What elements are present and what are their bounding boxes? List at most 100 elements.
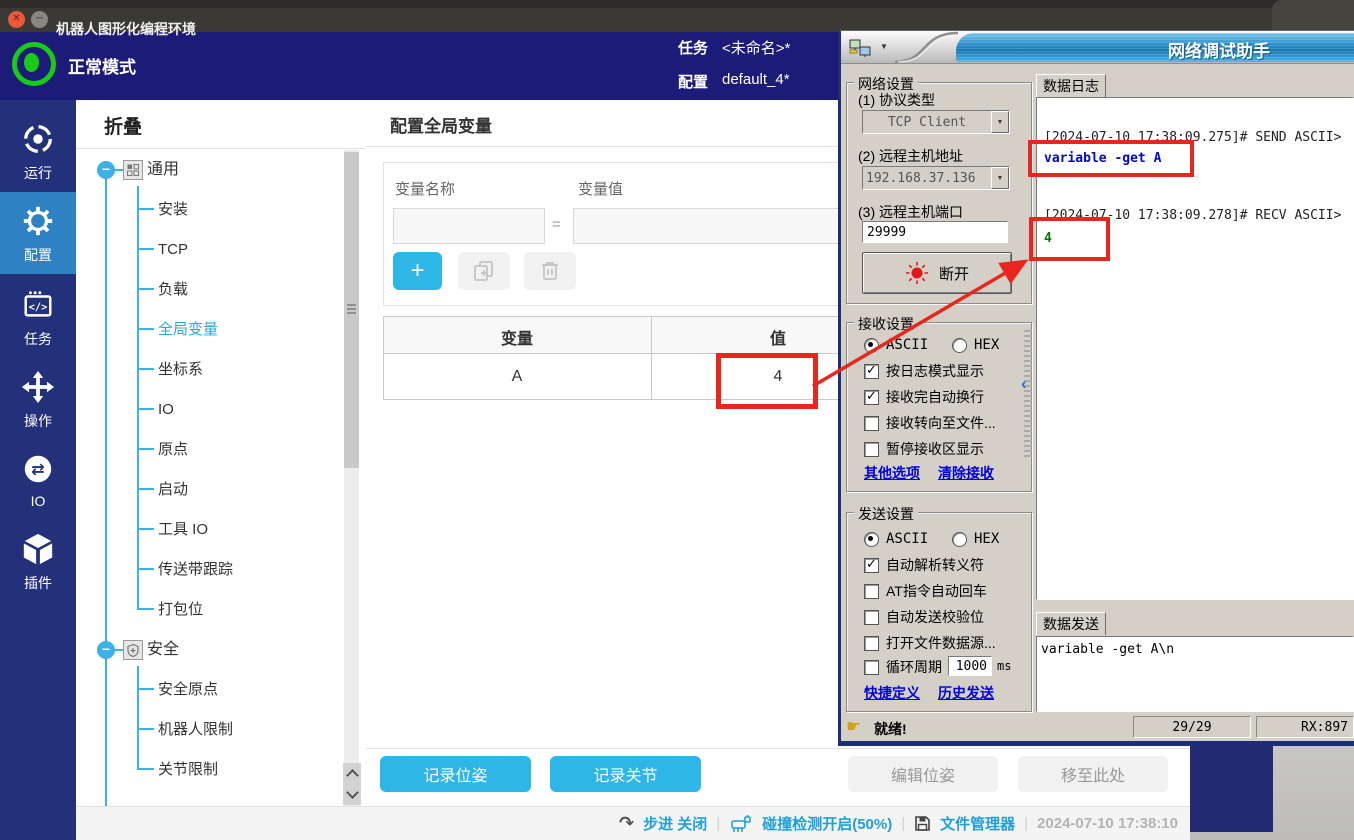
scroll-up-button[interactable]: [343, 763, 361, 784]
log-send-header: [2024-07-10 17:38:09.275]# SEND ASCII>: [1044, 130, 1341, 145]
tree-item-global-variables[interactable]: 全局变量: [158, 319, 218, 341]
record-joint-button[interactable]: 记录关节: [550, 756, 701, 792]
send-hex-radio[interactable]: HEX: [952, 530, 999, 548]
netassist-app-icon[interactable]: [848, 38, 874, 63]
send-text: variable -get A\n: [1041, 642, 1174, 657]
app-window-edge: [1190, 746, 1273, 832]
tree-item-install[interactable]: 安装: [158, 199, 188, 221]
shortcut-define-link[interactable]: 快捷定义: [864, 683, 920, 703]
sidebar-item-io[interactable]: ⇄ IO: [0, 440, 76, 522]
combo-arrow-icon[interactable]: ▼: [991, 111, 1009, 133]
scroll-down-button[interactable]: [343, 784, 361, 805]
sidebar-item-config[interactable]: 配置: [0, 192, 76, 274]
variable-name-input[interactable]: [393, 208, 545, 244]
tree-line: [137, 728, 154, 730]
panel-splitter[interactable]: [1024, 330, 1032, 460]
checkbox-label: 自动解析转义符: [886, 555, 984, 575]
checkbox-label: 打开文件数据源...: [886, 633, 996, 653]
combo-arrow-icon[interactable]: ▼: [991, 167, 1009, 189]
pause-display-checkbox[interactable]: 暂停接收区显示: [864, 440, 984, 458]
auto-newline-checkbox[interactable]: 接收完自动换行: [864, 388, 984, 406]
checkbox-icon: [864, 364, 879, 379]
checkbox-label: 循环周期: [886, 657, 942, 677]
collapse-icon[interactable]: −: [97, 641, 115, 659]
edit-pose-button[interactable]: 编辑位姿: [848, 756, 998, 792]
tree-item-coordinate[interactable]: 坐标系: [158, 359, 203, 381]
host-select[interactable]: 192.168.37.136 ▼: [862, 166, 1010, 190]
sidebar-item-task[interactable]: </> 任务: [0, 276, 76, 358]
tree-item-tool-io[interactable]: 工具 IO: [158, 519, 208, 541]
tree-item-payload[interactable]: 负载: [158, 279, 188, 301]
page-title: 配置全局变量: [390, 112, 492, 137]
collapse-icon[interactable]: −: [97, 161, 115, 179]
cycle-period-checkbox[interactable]: 循环周期: [864, 658, 942, 676]
radio-label: HEX: [974, 531, 999, 547]
minimize-icon[interactable]: ─: [31, 11, 48, 28]
other-options-link[interactable]: 其他选项: [864, 463, 920, 483]
tree-item-conveyor[interactable]: 传送带跟踪: [158, 559, 233, 581]
io-sync-icon: ⇄: [21, 452, 55, 486]
checkbox-label: 接收完自动换行: [886, 387, 984, 407]
at-return-checkbox[interactable]: AT指令自动回车: [864, 582, 987, 600]
move-arrows-icon: [21, 370, 55, 404]
tree-line: [137, 368, 154, 370]
tab-data-log[interactable]: 数据日志: [1036, 74, 1106, 97]
delete-button[interactable]: [524, 252, 576, 290]
checkbox-icon: [864, 390, 879, 405]
move-here-button[interactable]: 移至此处: [1018, 756, 1168, 792]
host-label: (2) 远程主机地址: [858, 146, 963, 166]
log-mode-checkbox[interactable]: 按日志模式显示: [864, 362, 984, 380]
disconnect-button[interactable]: 断开: [862, 252, 1012, 294]
send-ascii-radio[interactable]: ASCII: [864, 530, 928, 548]
protocol-value: TCP Client: [863, 115, 991, 130]
tree-item-startup[interactable]: 启动: [158, 479, 188, 501]
tree-item-tcp[interactable]: TCP: [158, 239, 188, 261]
add-variable-button[interactable]: +: [393, 252, 442, 290]
tree-group-safety[interactable]: 安全: [147, 639, 179, 661]
file-manager-button[interactable]: 文件管理器: [940, 813, 1015, 834]
checkbox-icon: [864, 610, 879, 625]
auto-escape-checkbox[interactable]: 自动解析转义符: [864, 556, 984, 574]
checkbox-icon: [864, 558, 879, 573]
data-log-area[interactable]: [1036, 97, 1354, 600]
recv-to-file-checkbox[interactable]: 接收转向至文件...: [864, 414, 996, 432]
tree-item-joint-limit[interactable]: 关节限制: [158, 759, 218, 781]
tree-item-robot-limit[interactable]: 机器人限制: [158, 719, 233, 741]
clear-receive-link[interactable]: 清除接收: [938, 463, 994, 483]
sidebar-item-run[interactable]: 运行: [0, 110, 76, 192]
checkbox-label: 接收转向至文件...: [886, 413, 996, 433]
protocol-select[interactable]: TCP Client ▼: [862, 110, 1010, 134]
tree-line: [105, 652, 107, 806]
radio-label: ASCII: [886, 337, 928, 353]
file-data-source-checkbox[interactable]: 打开文件数据源...: [864, 634, 996, 652]
history-send-link[interactable]: 历史发送: [938, 683, 994, 703]
tab-data-send[interactable]: 数据发送: [1036, 612, 1106, 635]
cycle-period-input[interactable]: [948, 656, 992, 676]
tree-item-safety-home[interactable]: 安全原点: [158, 679, 218, 701]
tree-item-io[interactable]: IO: [158, 399, 174, 421]
toolbar-dropdown-icon[interactable]: ▼: [880, 42, 888, 51]
recv-hex-radio[interactable]: HEX: [952, 336, 999, 354]
tree-item-packing[interactable]: 打包位: [158, 599, 203, 621]
connection-status-icon: [905, 261, 929, 285]
sidebar-item-operate[interactable]: 操作: [0, 358, 76, 440]
collapse-left-icon[interactable]: ‹: [1021, 374, 1027, 394]
step-status[interactable]: 步进 关闭: [643, 813, 707, 834]
close-icon[interactable]: ✕: [8, 11, 25, 28]
sidebar-item-label: 插件: [0, 573, 76, 593]
duplicate-button[interactable]: [458, 252, 510, 290]
port-input[interactable]: [862, 221, 1008, 243]
tree-item-home[interactable]: 原点: [158, 439, 188, 461]
sidebar-item-plugin[interactable]: 插件: [0, 520, 76, 602]
tree-header: 折叠: [104, 112, 142, 139]
rx-panel: RX:897: [1256, 716, 1354, 738]
record-pose-button[interactable]: 记录位姿: [380, 756, 531, 792]
scrollbar-grip-icon: [347, 304, 356, 315]
auto-checksum-checkbox[interactable]: 自动发送校验位: [864, 608, 984, 626]
sidebar-item-label: 操作: [0, 411, 76, 431]
port-label: (3) 远程主机端口: [858, 202, 963, 222]
protocol-label: (1) 协议类型: [858, 90, 935, 110]
collision-status[interactable]: 碰撞检测开启(50%): [762, 813, 892, 834]
recv-ascii-radio[interactable]: ASCII: [864, 336, 928, 354]
tree-group-general[interactable]: 通用: [147, 159, 179, 181]
